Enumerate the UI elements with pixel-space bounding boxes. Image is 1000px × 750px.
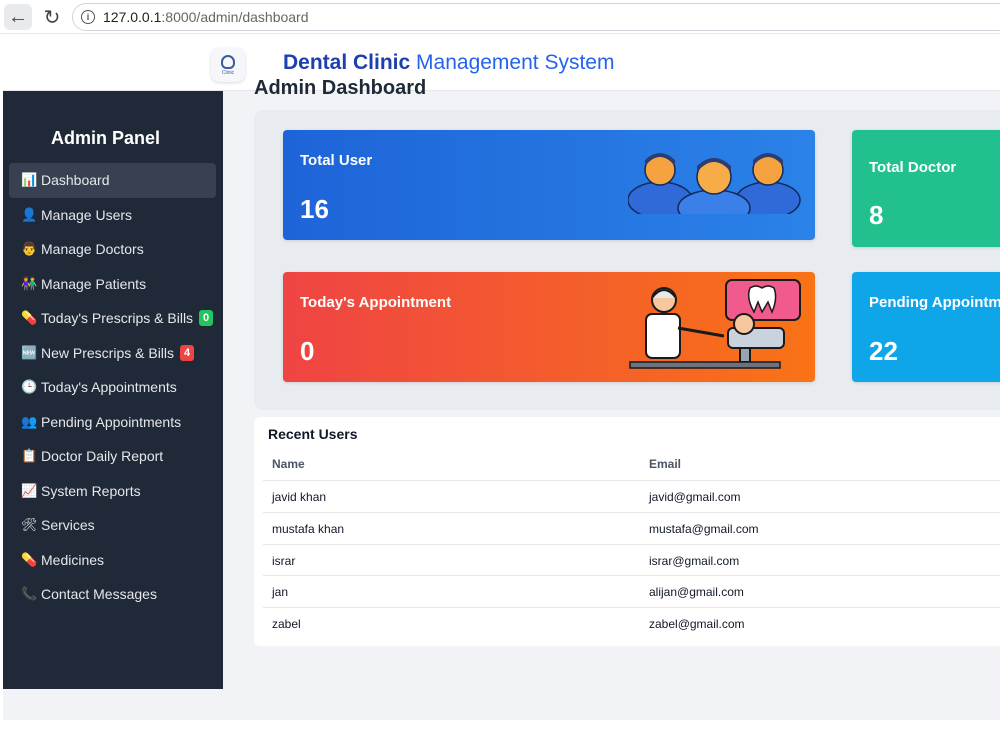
doctor-icon: 👨 [21,241,38,257]
sidebar-item-label: Manage Doctors [41,241,144,258]
page-footer-area [3,689,1000,720]
line-chart-icon: 📈 [21,482,38,498]
count-badge: 0 [199,310,214,327]
sidebar-item-todays-appointments[interactable]: 🕒 Today's Appointments [9,370,216,405]
user-name-cell: zabel [272,617,301,631]
sidebar-item-manage-users[interactable]: 👤 Manage Users [9,198,216,233]
column-header-name: Name [272,457,305,471]
sidebar-item-todays-prescrips[interactable]: 💊 Today's Prescrips & Bills 0 [9,301,216,336]
pending-appointment-card[interactable]: Pending Appointm 22 [852,272,1000,382]
sidebar-item-label: Contact Messages [41,586,157,603]
dentist-chair-icon [629,279,801,369]
table-row[interactable]: israr israr@gmail.com [263,544,1000,576]
user-email-cell: israr@gmail.com [649,554,740,568]
card-value: 22 [869,336,898,366]
user-name-cell: javid khan [272,490,327,504]
sidebar-item-dashboard[interactable]: 📊 Dashboard [9,163,216,198]
user-wait-icon: 👥 [21,413,38,429]
sidebar-item-label: System Reports [41,482,141,499]
sidebar-item-medicines[interactable]: 💊 Medicines [9,543,216,578]
bar-chart-icon: 📊 [21,172,38,188]
sidebar-item-manage-doctors[interactable]: 👨 Manage Doctors [9,232,216,267]
phone-icon: 📞 [21,586,38,602]
address-bar[interactable]: i 127.0.0.1:8000/admin/dashboard [72,3,1000,31]
user-name-cell: jan [272,585,289,599]
sidebar-item-manage-patients[interactable]: 👫 Manage Patients [9,267,216,302]
user-email-cell: zabel@gmail.com [649,617,745,631]
sidebar: Admin Panel 📊 Dashboard 👤 Manage Users 👨… [3,91,223,689]
sidebar-item-label: Today's Appointments [41,379,177,396]
page-title: Admin Dashboard [254,77,427,99]
table-row[interactable]: mustafa khan mustafa@gmail.com [263,512,1000,544]
sidebar-item-label: Services [41,517,95,534]
logo-text: Clinic [221,69,235,76]
clock-icon: 🕒 [21,379,38,395]
sidebar-title: Admin Panel [50,128,161,148]
clipboard-icon: 📋 [21,448,38,464]
sidebar-item-label: Today's Prescrips & Bills [41,310,194,327]
sidebar-item-services[interactable]: 🛠 Services [9,508,216,543]
card-label: Total Doctor [869,159,957,176]
total-doctor-card[interactable]: Total Doctor 8 [852,130,1000,247]
sidebar-item-label: Manage Users [41,206,133,223]
new-icon: 🆕 [21,344,38,360]
sidebar-item-label: Manage Patients [41,275,147,292]
sidebar-item-contact-messages[interactable]: 📞 Contact Messages [9,577,216,612]
sidebar-item-pending-appointments[interactable]: 👥 Pending Appointments [9,405,216,440]
sidebar-item-new-prescrips[interactable]: 🆕 New Prescrips & Bills 4 [9,336,216,371]
brand-strong: Dental Clinic [283,51,411,74]
card-label: Today's Appointment [300,294,452,311]
browser-toolbar: ← ↻ i 127.0.0.1:8000/admin/dashboard [0,0,1000,34]
patients-icon: 👫 [21,275,38,291]
sidebar-item-label: Medicines [41,551,105,568]
users-group-icon [628,153,801,214]
user-email-cell: alijan@gmail.com [649,585,744,599]
reload-icon[interactable]: ↻ [38,4,66,30]
user-name-cell: israr [272,554,296,568]
user-icon: 👤 [21,206,38,222]
back-arrow-icon[interactable]: ← [4,4,32,30]
tooth-logo-icon [221,54,235,69]
card-value: 0 [300,336,315,366]
url-host: 127.0.0.1 [103,9,162,25]
total-user-card[interactable]: Total User 16 [283,130,815,240]
brand-rest: Management System [416,51,615,74]
info-icon[interactable]: i [81,10,95,24]
user-email-cell: mustafa@gmail.com [649,522,759,536]
user-name-cell: mustafa khan [272,522,345,536]
column-header-email: Email [649,457,682,471]
sidebar-item-doctor-daily-report[interactable]: 📋 Doctor Daily Report [9,439,216,474]
medicine-icon: 💊 [21,551,38,567]
tools-icon: 🛠 [21,517,38,533]
app-brand-title: Dental Clinic Management System [283,51,614,75]
card-value: 16 [300,194,329,224]
table-row[interactable]: zabel zabel@gmail.com [263,607,1000,639]
todays-appointment-card[interactable]: Today's Appointment 0 [283,272,815,382]
app-header: Clinic Dental Clinic Management System [3,37,1000,91]
count-badge: 4 [180,344,195,361]
sidebar-item-label: Doctor Daily Report [41,448,164,465]
url-path: :8000/admin/dashboard [161,9,309,25]
sidebar-menu: 📊 Dashboard 👤 Manage Users 👨 Manage Doct… [9,163,216,612]
recent-users-panel: Recent Users Name Email javid khan javid… [254,417,1000,646]
sidebar-item-label: Dashboard [41,172,110,189]
clinic-logo[interactable]: Clinic [211,48,245,82]
recent-users-title: Recent Users [268,426,358,442]
card-value: 8 [869,200,884,230]
sidebar-item-system-reports[interactable]: 📈 System Reports [9,474,216,509]
card-label: Total User [300,152,373,169]
sidebar-item-label: New Prescrips & Bills [41,344,175,361]
card-label: Pending Appointm [869,294,1000,311]
table-row[interactable]: jan alijan@gmail.com [263,575,1000,607]
user-email-cell: javid@gmail.com [649,490,741,504]
pill-icon: 💊 [21,310,38,326]
sidebar-item-label: Pending Appointments [41,413,182,430]
table-row[interactable]: javid khan javid@gmail.com [263,480,1000,512]
